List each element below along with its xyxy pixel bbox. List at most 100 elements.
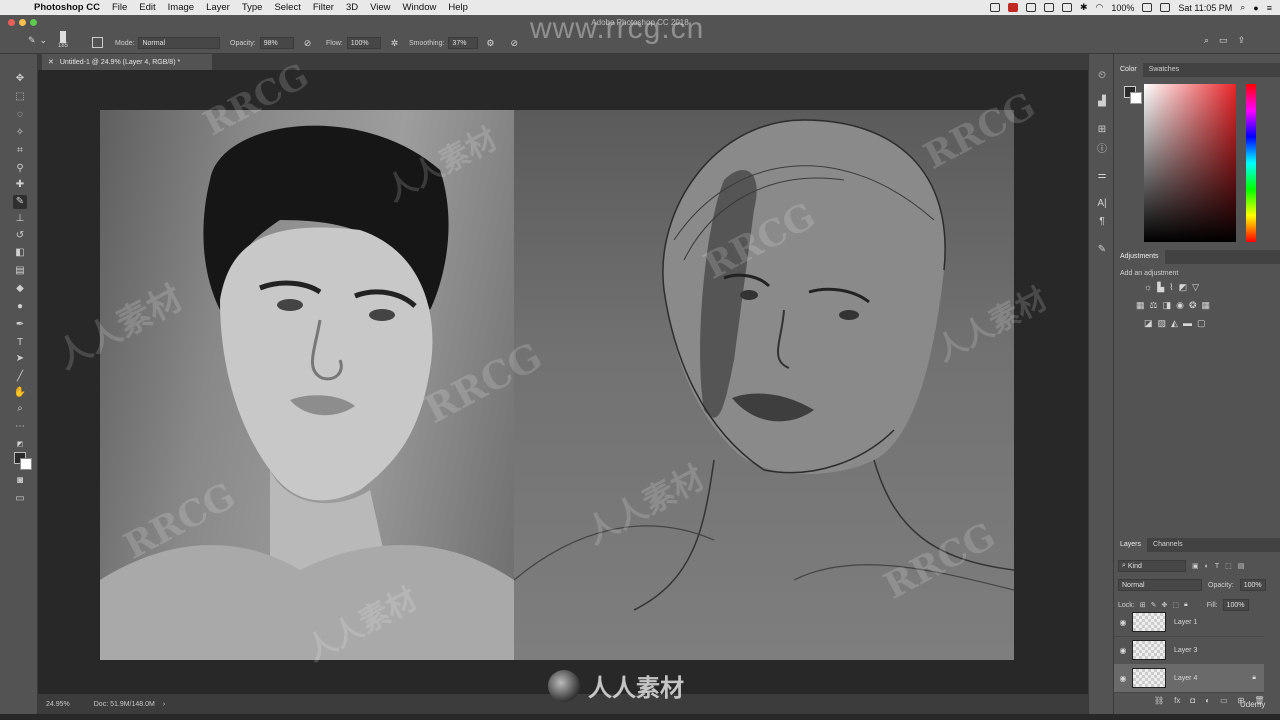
layer-row[interactable]: ◉ Layer 3 (1114, 636, 1264, 665)
histogram-icon[interactable]: ▟ (1095, 96, 1109, 108)
levels-icon[interactable]: ▙ (1157, 282, 1164, 293)
color-balance-icon[interactable]: ⚖ (1150, 300, 1158, 311)
photo-filter-icon[interactable]: ◉ (1176, 300, 1184, 311)
path-selection-tool-icon[interactable]: ➤ (13, 352, 27, 366)
link-layers-icon[interactable]: ⛓ (1154, 696, 1164, 705)
paragraph-icon[interactable]: ¶ (1095, 216, 1109, 228)
healing-brush-tool-icon[interactable]: ✚ (13, 178, 27, 192)
lasso-tool-icon[interactable]: ◌ (13, 108, 27, 122)
new-group-icon[interactable]: ▭ (1220, 696, 1228, 705)
selective-color-icon[interactable]: ▢ (1197, 318, 1206, 329)
layer-row[interactable]: ◉ Layer 1 (1114, 608, 1264, 637)
record-icon[interactable] (1007, 3, 1018, 12)
crop-tool-icon[interactable]: ⌗ (13, 144, 27, 158)
layer-style-icon[interactable]: fx (1174, 696, 1180, 705)
screen-mode-icon[interactable]: ▭ (13, 492, 27, 506)
background-color-chip[interactable] (1130, 92, 1142, 104)
airbrush-icon[interactable]: ✲ (391, 38, 399, 49)
smoothing-field[interactable]: 37% (448, 37, 479, 49)
info-icon[interactable]: ⓘ (1095, 144, 1109, 156)
properties-icon[interactable]: ⚌ (1095, 170, 1109, 182)
history-brush-tool-icon[interactable]: ↺ (13, 229, 27, 243)
tab-adjustments[interactable]: Adjustments (1114, 250, 1165, 264)
tab-color[interactable]: Color (1114, 63, 1143, 77)
menu-image[interactable]: Image (168, 2, 194, 13)
exposure-icon[interactable]: ◩ (1179, 282, 1188, 293)
menu-layer[interactable]: Layer (206, 2, 230, 13)
gradient-tool-icon[interactable]: ▤ (13, 264, 27, 278)
type-tool-icon[interactable]: T (13, 336, 27, 350)
line-tool-icon[interactable]: ╱ (13, 370, 27, 384)
blend-mode-select[interactable]: Normal (1118, 579, 1202, 591)
quick-mask-icon[interactable]: ◙ (13, 474, 27, 488)
menu-filter[interactable]: Filter (313, 2, 334, 13)
workspace-icon[interactable]: ▭ (1219, 35, 1228, 46)
app-menu[interactable]: Photoshop CC (34, 2, 100, 13)
blur-tool-icon[interactable]: ◆ (13, 282, 27, 296)
airplay-icon[interactable] (1061, 3, 1072, 12)
gradient-map-icon[interactable]: ▬ (1183, 318, 1192, 329)
eye-icon[interactable]: ◉ (1114, 618, 1132, 627)
dropbox-icon[interactable] (989, 3, 1000, 12)
hand-tool-icon[interactable]: ✋ (13, 386, 27, 400)
wifi-icon[interactable]: ◠ (1095, 2, 1103, 13)
battery-icon[interactable] (1142, 3, 1153, 12)
eraser-tool-icon[interactable]: ◧ (13, 246, 27, 260)
menu-3d[interactable]: 3D (346, 2, 358, 13)
new-adjustment-layer-icon[interactable]: ◐ (1205, 696, 1210, 705)
siri-icon[interactable]: ● (1253, 3, 1258, 13)
zoom-tool-icon[interactable]: ⌕ (13, 402, 27, 416)
default-colors-icon[interactable]: ◩ ⇄ (13, 438, 27, 462)
layer-mask-icon[interactable]: ◘ (1190, 696, 1195, 705)
hue-slider[interactable] (1246, 84, 1256, 242)
color-saturation-field[interactable] (1144, 84, 1236, 242)
mode-select[interactable]: Normal (138, 37, 221, 49)
marquee-tool-icon[interactable]: ⬚ (13, 90, 27, 104)
flag-icon[interactable] (1160, 3, 1171, 12)
dodge-tool-icon[interactable]: ● (13, 300, 27, 314)
filter-shape-icon[interactable]: ⬚ (1225, 562, 1232, 570)
search-icon[interactable]: ⌕ (1204, 35, 1209, 46)
zoom-level[interactable]: 24.95% (46, 701, 70, 708)
tab-swatches[interactable]: Swatches (1143, 63, 1185, 77)
eyedropper-tool-icon[interactable]: ⚲ (13, 162, 27, 176)
channel-mixer-icon[interactable]: ❂ (1189, 300, 1197, 311)
history-icon[interactable]: ⏲ (1095, 70, 1109, 82)
sync-icon[interactable] (1043, 3, 1054, 12)
background-color-swatch[interactable] (20, 458, 32, 470)
threshold-icon[interactable]: ◭ (1171, 318, 1178, 329)
edit-toolbar-icon[interactable]: ⋯ (13, 420, 27, 434)
character-icon[interactable]: A| (1095, 198, 1109, 210)
document-tab[interactable]: ✕ Untitled-1 @ 24.9% (Layer 4, RGB/8) * (42, 54, 212, 70)
flow-field[interactable]: 100% (346, 37, 381, 49)
clock[interactable]: Sat 11:05 PM (1178, 3, 1232, 13)
menu-window[interactable]: Window (403, 2, 437, 13)
share-icon[interactable]: ⇪ (1238, 35, 1246, 46)
color-lookup-icon[interactable]: ▦ (1202, 300, 1211, 311)
brush-settings-toggle[interactable] (92, 37, 103, 48)
menu-select[interactable]: Select (274, 2, 300, 13)
pressure-size-icon[interactable]: ⊘ (511, 38, 519, 49)
opacity-field[interactable]: 98% (259, 37, 294, 49)
brightness-contrast-icon[interactable]: ☼ (1144, 282, 1152, 293)
posterize-icon[interactable]: ▨ (1158, 318, 1167, 329)
invert-icon[interactable]: ◪ (1144, 318, 1153, 329)
magic-wand-tool-icon[interactable]: ✧ (13, 126, 27, 140)
vibrance-icon[interactable]: ▽ (1192, 282, 1199, 293)
brush-preset-picker[interactable]: 185 (58, 31, 68, 49)
tab-layers[interactable]: Layers (1114, 538, 1148, 552)
black-white-icon[interactable]: ◨ (1163, 300, 1172, 311)
close-icon[interactable]: ✕ (48, 58, 54, 66)
hue-saturation-icon[interactable]: ▦ (1136, 300, 1145, 311)
layer-row-selected[interactable]: ◉ Layer 4 🔒︎ (1114, 664, 1264, 693)
eye-icon[interactable]: ◉ (1114, 674, 1132, 683)
brush-settings-icon[interactable]: ✎ (1095, 244, 1109, 256)
pen-tool-icon[interactable]: ✒ (13, 318, 27, 332)
clone-stamp-tool-icon[interactable]: ⊥ (13, 212, 27, 226)
pressure-opacity-icon[interactable]: ⊘ (304, 38, 312, 49)
menu-view[interactable]: View (370, 2, 390, 13)
filter-type-icon[interactable]: T (1215, 563, 1219, 570)
menu-edit[interactable]: Edit (139, 2, 155, 13)
filter-adjustment-icon[interactable]: ◐ (1205, 563, 1209, 570)
libraries-icon[interactable]: ⊞ (1095, 124, 1109, 136)
